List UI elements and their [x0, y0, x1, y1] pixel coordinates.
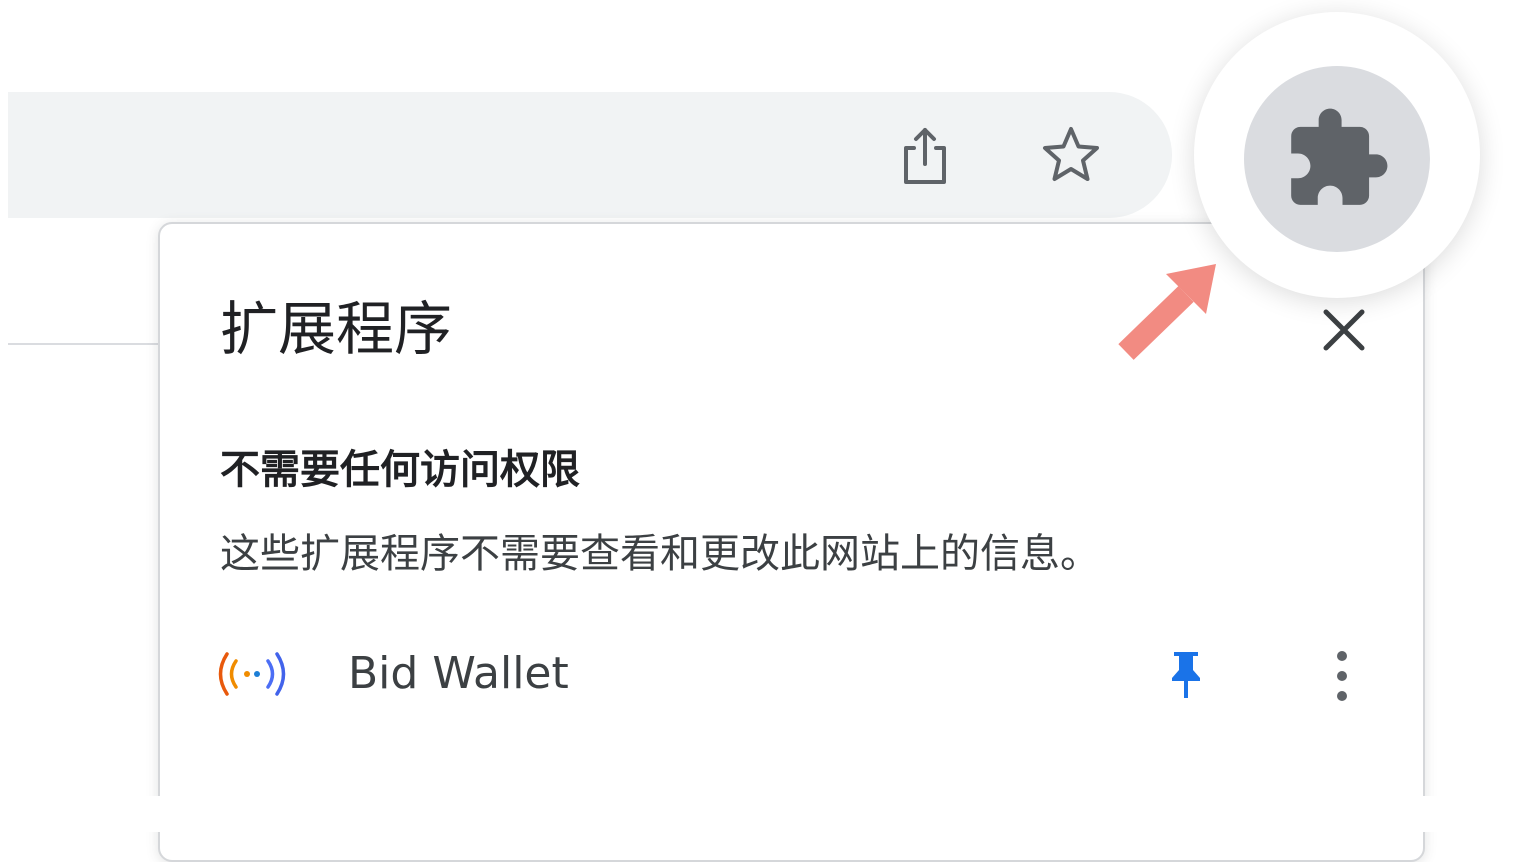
- pin-button[interactable]: [1158, 646, 1214, 702]
- share-icon[interactable]: [892, 124, 958, 190]
- address-bar[interactable]: [8, 92, 1172, 218]
- extension-name[interactable]: Bid Wallet: [348, 646, 569, 702]
- puzzle-piece-icon: [1291, 108, 1388, 205]
- pin-icon: [1172, 652, 1200, 698]
- signal-waves-icon: [214, 646, 290, 702]
- more-vertical-icon: [1337, 651, 1347, 701]
- close-icon: [1323, 309, 1365, 351]
- star-icon[interactable]: [1038, 122, 1104, 188]
- page-divider: [8, 343, 158, 345]
- arrow-icon: [1108, 252, 1232, 370]
- extensions-button[interactable]: [1244, 66, 1430, 252]
- section-heading: 不需要任何访问权限: [220, 447, 580, 493]
- more-options-button[interactable]: [1320, 644, 1364, 708]
- section-description: 这些扩展程序不需要查看和更改此网站上的信息。: [220, 531, 1100, 577]
- popup-title: 扩展程序: [220, 295, 453, 363]
- bottom-edge: [0, 796, 1536, 832]
- close-button[interactable]: [1314, 300, 1374, 360]
